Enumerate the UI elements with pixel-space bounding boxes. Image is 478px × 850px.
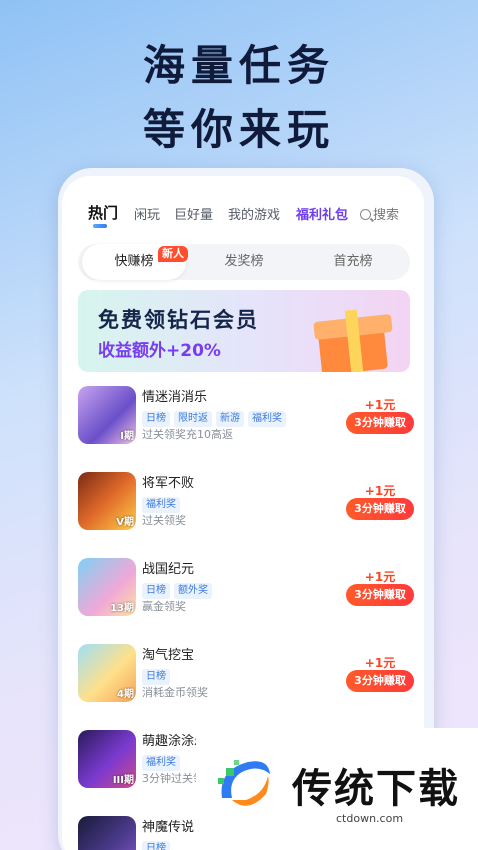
tab-gift-pack[interactable]: 福利礼包 — [296, 204, 348, 223]
game-desc: 过关领奖 — [142, 514, 186, 527]
game-tags: 日榜 额外奖 — [142, 578, 216, 599]
banner-title: 免费领钻石会员 — [98, 308, 259, 332]
banner-subtitle: 收益额外+20% — [98, 341, 221, 361]
game-icon — [78, 816, 136, 850]
period-label: 13期 — [110, 603, 134, 614]
top-tabs: 热门 闲玩 巨好量 我的游戏 福利礼包 搜索 — [84, 200, 416, 230]
earn-button[interactable]: 3分钟赚取 — [346, 498, 414, 520]
tag: 日榜 — [142, 583, 170, 599]
tag: 福利奖 — [142, 755, 180, 771]
search-label: 搜索 — [373, 208, 400, 223]
period-label: III期 — [112, 775, 134, 786]
game-icon: I期 — [78, 386, 136, 444]
rank-tab-award[interactable]: 发奖榜 — [192, 244, 296, 280]
watermark-brand: 传统下载 — [292, 766, 460, 812]
game-desc: 过关领奖充10高返 — [142, 428, 233, 441]
promo-banner[interactable]: 免费领钻石会员 收益额外+20% — [78, 290, 410, 372]
game-desc: 消耗金币领奖 — [142, 686, 208, 699]
game-row[interactable]: 13期 战国纪元 日榜 额外奖 赢金领奖 +1元 3分钟赚取 — [78, 558, 414, 628]
game-icon: III期 — [78, 730, 136, 788]
tag: 福利奖 — [248, 411, 286, 427]
watermark: 传统下载 ctdown.com — [196, 728, 478, 850]
game-tags: 福利奖 — [142, 750, 184, 771]
game-name: 战国纪元 — [142, 562, 195, 577]
watermark-url: ctdown.com — [336, 812, 404, 825]
tag: 额外奖 — [174, 583, 212, 599]
game-row[interactable]: V期 将军不败 福利奖 过关领奖 +1元 3分钟赚取 — [78, 472, 414, 542]
tag: 日榜 — [142, 841, 170, 850]
game-name: 将军不败 — [142, 476, 195, 491]
headline-line2: 等你来玩 — [142, 105, 335, 154]
reward-amount: +1元 — [364, 398, 396, 412]
earn-button[interactable]: 3分钟赚取 — [346, 670, 414, 692]
reward-amount: +1元 — [364, 484, 396, 498]
earn-button[interactable]: 3分钟赚取 — [346, 412, 414, 434]
game-icon: V期 — [78, 472, 136, 530]
period-label: 4期 — [117, 689, 134, 700]
search-button[interactable]: 搜索 — [360, 204, 399, 223]
game-desc: 3分钟过关领 — [142, 772, 204, 785]
game-name: 情迷消消乐 — [142, 390, 208, 405]
gift-box-icon — [310, 304, 396, 372]
tag: 日榜 — [142, 669, 170, 685]
tag: 福利奖 — [142, 497, 180, 513]
ctdown-logo-icon — [218, 760, 270, 806]
tab-my-games[interactable]: 我的游戏 — [228, 204, 280, 223]
game-icon: 13期 — [78, 558, 136, 616]
game-desc: 赢金领奖 — [142, 600, 186, 613]
earn-button[interactable]: 3分钟赚取 — [346, 584, 414, 606]
game-tags: 日榜 限时返 新游 福利奖 — [142, 406, 290, 427]
game-row[interactable]: 4期 淘气挖宝 日榜 消耗金币领奖 +1元 3分钟赚取 — [78, 644, 414, 714]
game-tags: 日榜 — [142, 836, 174, 850]
period-label: I期 — [120, 431, 134, 442]
headline-line1: 海量任务 — [142, 41, 335, 90]
tab-juhaoliang[interactable]: 巨好量 — [174, 204, 213, 223]
rank-tab-label: 快赚榜 — [114, 254, 154, 269]
tag: 日榜 — [142, 411, 170, 427]
rank-segmented-control: 快赚榜 新人 发奖榜 首充榜 — [78, 244, 410, 280]
rank-tab-first-charge[interactable]: 首充榜 — [300, 244, 406, 280]
new-user-badge: 新人 — [158, 246, 188, 262]
reward-amount: +1元 — [364, 656, 396, 670]
period-label: V期 — [116, 517, 134, 528]
search-icon — [360, 209, 371, 220]
tab-xianwan[interactable]: 闲玩 — [134, 204, 160, 223]
tag: 新游 — [216, 411, 244, 427]
game-tags: 日榜 — [142, 664, 174, 685]
game-tags: 福利奖 — [142, 492, 184, 513]
tag: 限时返 — [174, 411, 212, 427]
game-row[interactable]: I期 情迷消消乐 日榜 限时返 新游 福利奖 过关领奖充10高返 +1元 3分钟赚取 — [78, 386, 414, 456]
reward-amount: +1元 — [364, 570, 396, 584]
game-icon: 4期 — [78, 644, 136, 702]
game-name: 神魔传说 — [142, 820, 195, 835]
game-name: 淘气挖宝 — [142, 648, 195, 663]
tab-hot[interactable]: 热门 — [88, 202, 118, 223]
active-tab-indicator — [93, 224, 107, 228]
